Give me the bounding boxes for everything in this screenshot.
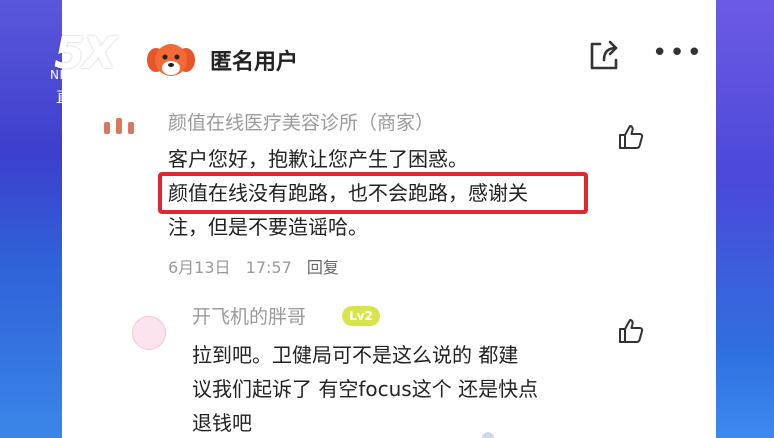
username: 匿名用户 bbox=[210, 50, 299, 75]
header: 匿名用户 ••• bbox=[62, 26, 716, 86]
merchant-name[interactable]: 颜值在线医疗美容诊所（商家） bbox=[168, 108, 434, 135]
reply-line-1: 客户您好，抱歉让您产生了困惑。 bbox=[168, 147, 468, 171]
tv-station-logo: 5X NBTV-1 直播 bbox=[50, 28, 120, 108]
level-badge: Lv2 bbox=[342, 306, 380, 326]
live-label: 直播 bbox=[56, 88, 103, 106]
merchant-avatar[interactable] bbox=[102, 116, 138, 136]
reply-line-3: 注，但是不要造谣哈。 bbox=[168, 215, 368, 239]
comment-text: 拉到吧。卫健局可不是这么说的 都建 议我们起诉了 有空focus这个 还是快点 … bbox=[192, 338, 612, 438]
more-icon[interactable]: ••• bbox=[652, 40, 704, 66]
user-avatar[interactable] bbox=[146, 38, 196, 82]
comment-line-3: 退钱吧 bbox=[192, 411, 252, 435]
reply-meta: 6月13日 17:57 回复 bbox=[168, 254, 339, 278]
like-icon[interactable] bbox=[618, 124, 644, 150]
scroll-indicator bbox=[482, 432, 494, 438]
share-icon[interactable] bbox=[586, 38, 622, 74]
phone-screen: 匿名用户 ••• 颜值在线医疗美容诊所（商家） 客户您好，抱歉让您产生了困惑。 … bbox=[62, 0, 716, 438]
comment-line-1: 拉到吧。卫健局可不是这么说的 都建 bbox=[192, 343, 519, 367]
reply-time: 17:57 bbox=[245, 258, 292, 277]
comment-line-2: 议我们起诉了 有空focus这个 还是快点 bbox=[192, 377, 539, 401]
reply-button[interactable]: 回复 bbox=[307, 258, 339, 277]
like-icon[interactable] bbox=[618, 318, 644, 344]
channel-name: NBTV-1 bbox=[50, 68, 98, 82]
reply-date: 6月13日 bbox=[168, 258, 231, 277]
commenter-name[interactable]: 开飞机的胖哥 bbox=[192, 302, 306, 329]
commenter-avatar[interactable] bbox=[132, 316, 166, 350]
highlight-box bbox=[158, 172, 588, 214]
right-background-bar bbox=[716, 0, 774, 438]
